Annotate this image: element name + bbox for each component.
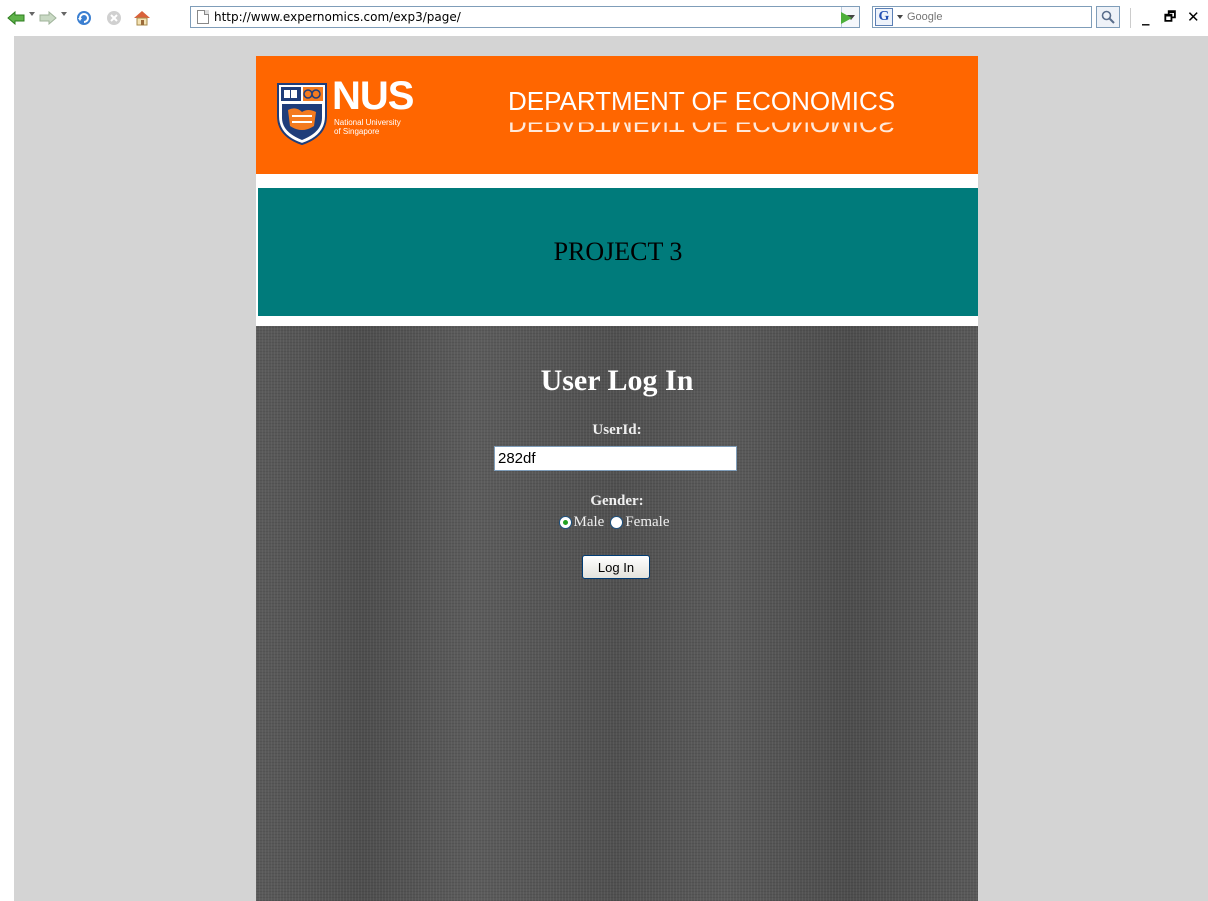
address-bar[interactable]: http://www.expernomics.com/exp3/page/ [190,6,860,28]
logo-subtitle-line1: National University [334,118,401,127]
browser-toolbar: http://www.expernomics.com/exp3/page/ G … [0,0,1208,36]
forward-button[interactable] [38,9,58,27]
gender-radio-male[interactable] [558,516,572,529]
back-button[interactable] [6,9,26,27]
search-engine-dropdown-icon[interactable] [897,15,903,19]
minimize-button[interactable]: _ [1142,8,1150,26]
refresh-button[interactable] [74,9,94,27]
project-banner: PROJECT 3 [258,188,978,316]
gender-radio-female[interactable] [610,516,624,529]
page-viewport: NUS National University of Singapore DEP… [14,36,1208,901]
logo-subtitle-line2: of Singapore [334,127,380,136]
forward-arrow-icon [39,11,57,25]
gender-radio-group: Male Female [256,514,978,531]
go-button[interactable] [836,8,856,28]
refresh-icon [77,11,91,25]
stop-button[interactable] [104,9,124,27]
department-banner: NUS National University of Singapore DEP… [256,56,978,174]
project-title: PROJECT 3 [553,237,683,266]
stop-icon [107,11,121,25]
search-input[interactable] [907,11,1077,23]
userid-input[interactable] [494,446,737,471]
gender-label-male[interactable]: Male [574,514,605,531]
google-logo-icon[interactable]: G [875,8,893,26]
gender-label-female[interactable]: Female [625,514,669,531]
search-button[interactable] [1096,6,1120,28]
page-container: NUS National University of Singapore DEP… [256,56,978,901]
forward-dropdown-icon[interactable] [61,12,67,16]
nus-logo-text: NUS [332,74,414,118]
department-title: DEPARTMENT OF ECONOMICS [508,86,896,116]
back-dropdown-icon[interactable] [29,12,35,16]
nus-crest-icon [277,83,327,146]
login-panel: User Log In UserId: Gender: Male Female … [256,326,978,901]
page-icon [197,10,209,24]
login-title: User Log In [540,364,694,397]
address-url[interactable]: http://www.expernomics.com/exp3/page/ [214,10,461,24]
toolbar-divider [1130,8,1131,28]
userid-label: UserId: [592,422,642,438]
restore-button[interactable]: 🗗 [1164,8,1176,30]
back-arrow-icon [7,11,25,25]
go-arrow-icon [841,12,852,24]
home-icon [134,11,150,26]
google-search-box[interactable]: G [872,6,1092,28]
magnifier-icon [1101,10,1115,24]
nus-logo-subtitle: National University of Singapore [334,118,401,136]
home-button[interactable] [132,9,152,27]
gender-label: Gender: [590,493,644,509]
close-button[interactable]: ✕ [1187,8,1200,26]
login-button[interactable]: Log In [582,555,650,579]
